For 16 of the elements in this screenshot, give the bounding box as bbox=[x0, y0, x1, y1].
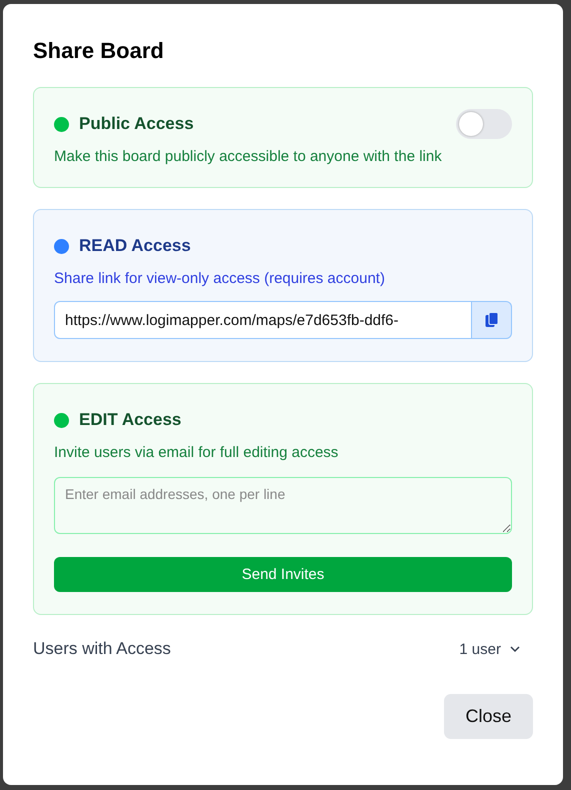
email-field[interactable]: Enter email addresses, one per line bbox=[54, 477, 512, 534]
link-field[interactable]: https://www.logimapper.com/maps/e7d653fb-ddf6- bbox=[54, 301, 472, 339]
chevron-icon bbox=[509, 645, 521, 653]
users-dropdown[interactable]: 1 user bbox=[459, 640, 521, 658]
section-title: READ Access bbox=[79, 236, 192, 256]
section-title: Public Access bbox=[79, 114, 195, 134]
users-label: Users with Access bbox=[33, 639, 171, 659]
section-description: Invite users via email for full editing access bbox=[54, 444, 340, 461]
dialog-title: Share Board bbox=[33, 38, 165, 64]
copy-button[interactable] bbox=[472, 301, 512, 339]
section-description: Share link for view-only access (requires account) bbox=[54, 270, 386, 287]
section-description: Make this board publicly accessible to anyone with the link bbox=[54, 148, 443, 165]
copy-icon bbox=[484, 312, 498, 328]
toggle-switch[interactable] bbox=[456, 109, 512, 139]
section-title: EDIT Access bbox=[79, 410, 182, 430]
close-button[interactable]: Close bbox=[444, 694, 533, 739]
